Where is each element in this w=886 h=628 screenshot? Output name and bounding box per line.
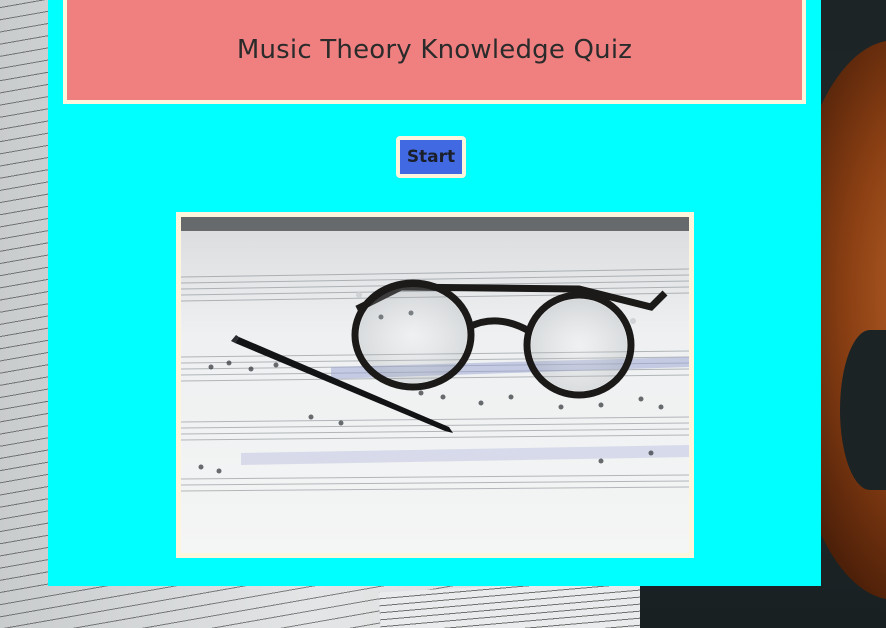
page-title: Music Theory Knowledge Quiz [236,35,633,65]
start-button[interactable]: Start [396,136,466,178]
title-banner: Music Theory Knowledge Quiz [63,0,806,104]
quiz-panel: Music Theory Knowledge Quiz Start [48,0,821,586]
glasses-on-sheet-music-image [181,217,689,553]
quiz-image-frame [176,212,694,558]
